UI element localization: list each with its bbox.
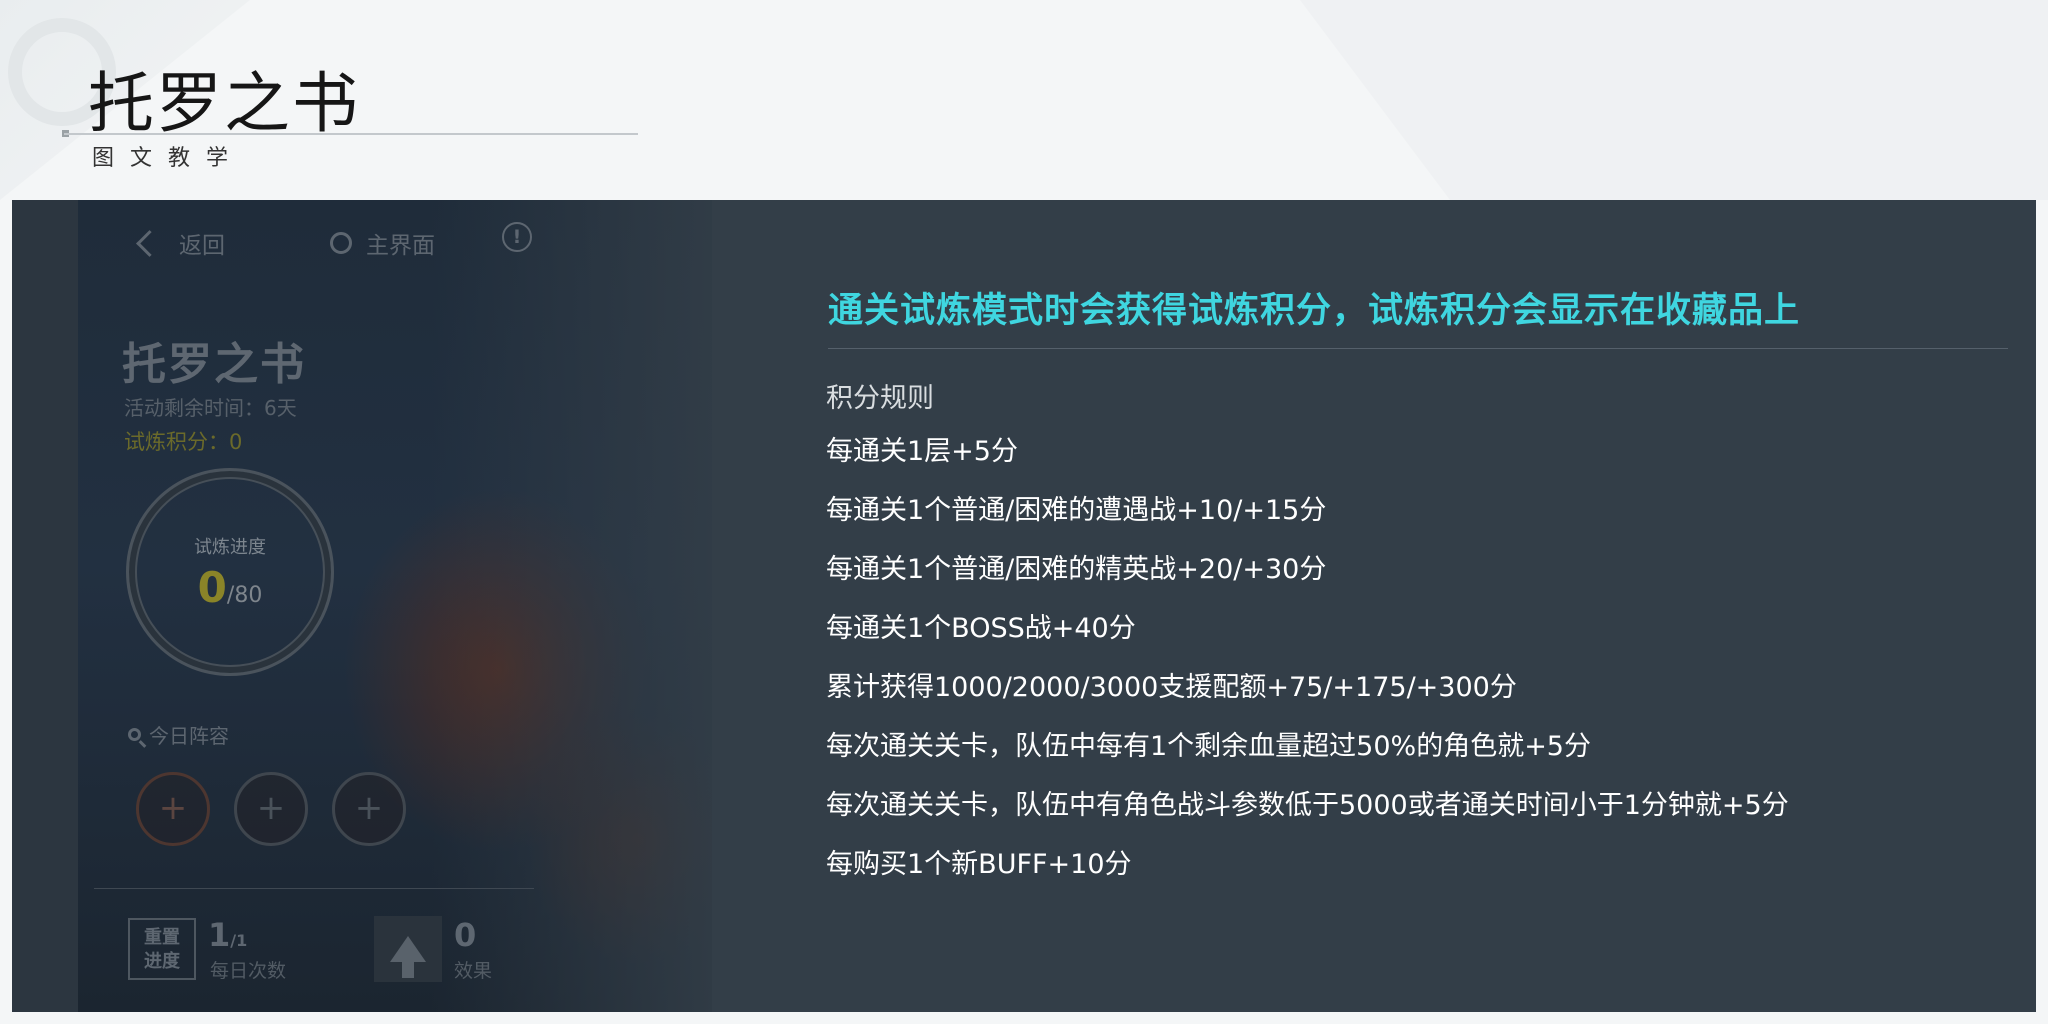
- search-icon: [128, 728, 141, 741]
- effect-arrow-up-icon[interactable]: [374, 916, 442, 982]
- score-rules-heading: 积分规则: [826, 383, 934, 414]
- trial-progress-total: /80: [226, 583, 263, 608]
- today-lineup-label: 今日阵容: [149, 724, 229, 748]
- game-title: 托罗之书: [122, 339, 306, 390]
- score-rule: 每次通关关卡，队伍中每有1个剩余血量超过50%的角色就+5分: [826, 731, 1591, 762]
- title-rule: [64, 133, 638, 135]
- trial-progress-value: 0/80: [129, 563, 331, 612]
- back-button[interactable]: 返回: [136, 226, 225, 260]
- score-rule: 每次通关关卡，队伍中有角色战斗参数低于5000或者通关时间小于1分钟就+5分: [826, 790, 1789, 821]
- bottom-divider: [94, 888, 534, 889]
- effect-label: 效果: [454, 960, 493, 982]
- headline-divider: [828, 348, 2008, 349]
- game-background-fade: [432, 200, 752, 1012]
- score-rule: 累计获得1000/2000/3000支援配额+75/+175/+300分: [826, 672, 1517, 703]
- lineup-slot-3[interactable]: +: [332, 772, 406, 846]
- score-rule: 每通关1个BOSS战+40分: [826, 613, 1136, 644]
- trial-progress-ring: 试炼进度 0/80: [126, 468, 334, 676]
- daily-count-label: 每日次数: [210, 960, 287, 982]
- score-rule: 每通关1层+5分: [826, 436, 1018, 467]
- reset-progress-button[interactable]: 重置 进度: [128, 918, 196, 980]
- home-label: 主界面: [366, 233, 435, 259]
- info-icon[interactable]: !: [502, 222, 532, 252]
- reset-badge-line1: 重置: [144, 927, 180, 948]
- daily-count-value: 1: [208, 916, 231, 954]
- left-strip: [12, 200, 78, 1012]
- trial-progress-label: 试炼进度: [194, 537, 266, 558]
- header-decoration-right: [1300, 0, 2048, 200]
- reset-badge-line2: 进度: [144, 951, 180, 972]
- screenshot-panel: 返回 主界面 ! 托罗之书 活动剩余时间：6天 试炼积分：0 试炼进度 0/80…: [12, 200, 2036, 1012]
- score-rule: 每通关1个普通/困难的精英战+20/+30分: [826, 554, 1327, 585]
- trial-progress-current: 0: [197, 563, 227, 612]
- home-ring-icon: [330, 232, 352, 254]
- daily-count-max: /1: [230, 931, 248, 950]
- back-label: 返回: [179, 233, 225, 259]
- slide-title: 托罗之书: [88, 65, 360, 142]
- trial-score: 试炼积分：0: [124, 430, 243, 454]
- effect-value: 0: [454, 916, 477, 954]
- info-headline: 通关试炼模式时会获得试炼积分，试炼积分会显示在收藏品上: [828, 291, 1801, 331]
- score-rule: 每购买1个新BUFF+10分: [826, 849, 1132, 880]
- slide-subtitle: 图文教学: [92, 146, 245, 171]
- lineup-slot-2[interactable]: +: [234, 772, 308, 846]
- lineup-slot-1[interactable]: +: [136, 772, 210, 846]
- score-rules: 积分规则 每通关1层+5分 每通关1个普通/困难的遭遇战+10/+15分 每通关…: [826, 376, 1789, 907]
- daily-count: 1/1: [208, 916, 247, 954]
- remaining-time: 活动剩余时间：6天: [124, 396, 297, 420]
- home-button[interactable]: 主界面: [330, 226, 435, 260]
- lineup-slots: + + +: [136, 772, 406, 846]
- today-lineup-header: 今日阵容: [128, 720, 229, 749]
- chevron-left-icon: [136, 229, 163, 257]
- score-rule: 每通关1个普通/困难的遭遇战+10/+15分: [826, 495, 1327, 526]
